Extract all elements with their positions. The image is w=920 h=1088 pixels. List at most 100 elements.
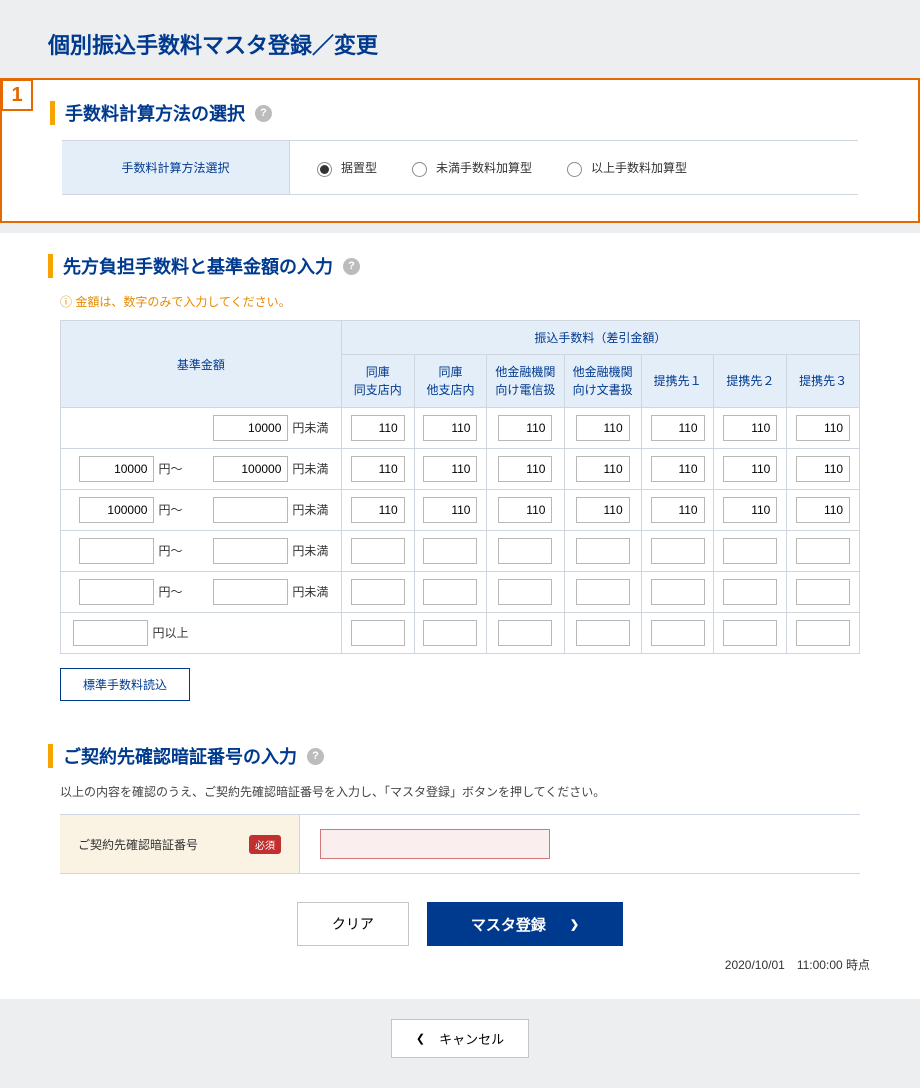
submit-button[interactable]: マスタ登録 ❯ xyxy=(427,902,623,946)
fee-input-r3-c3[interactable] xyxy=(576,538,630,564)
base-from-input-4[interactable] xyxy=(79,579,154,605)
base-to-input-0[interactable] xyxy=(213,415,288,441)
section-accent xyxy=(48,254,53,278)
fee-input-r0-c3[interactable] xyxy=(576,415,630,441)
unit-from-3: 円～ xyxy=(158,544,182,558)
fee-input-r3-c5[interactable] xyxy=(723,538,777,564)
section2-heading: 先方負担手数料と基準金額の入力 xyxy=(63,253,333,279)
submit-button-label: マスタ登録 xyxy=(471,914,546,935)
fee-input-r3-c0[interactable] xyxy=(351,538,405,564)
radio-2-label: 以上手数料加算型 xyxy=(591,159,687,176)
fee-input-r4-c5[interactable] xyxy=(723,579,777,605)
fee-input-r2-c3[interactable] xyxy=(576,497,630,523)
radio-0[interactable] xyxy=(317,162,332,177)
fee-input-r2-c4[interactable] xyxy=(651,497,705,523)
fee-input-r2-c2[interactable] xyxy=(498,497,552,523)
fee-input-r1-c2[interactable] xyxy=(498,456,552,482)
chevron-left-icon: ❮ xyxy=(416,1032,425,1045)
fee-input-r4-c0[interactable] xyxy=(351,579,405,605)
fee-input-r0-c2[interactable] xyxy=(498,415,552,441)
unit-to-2: 円未満 xyxy=(292,503,328,517)
fee-input-r3-c2[interactable] xyxy=(498,538,552,564)
cancel-button[interactable]: ❮ キャンセル xyxy=(391,1019,529,1058)
base-from-input-3[interactable] xyxy=(79,538,154,564)
fee-input-r4-c2[interactable] xyxy=(498,579,552,605)
method-section: 1 手数料計算方法の選択 ? 手数料計算方法選択 据置型 未満手数料加算型 xyxy=(0,78,920,223)
unit-to-3: 円未満 xyxy=(292,544,328,558)
base-amount-header: 基準金額 xyxy=(61,321,342,408)
radio-option-2[interactable]: 以上手数料加算型 xyxy=(562,159,687,177)
help-icon[interactable]: ? xyxy=(307,748,324,765)
fee-input-r1-c4[interactable] xyxy=(651,456,705,482)
fee-input-r4-c1[interactable] xyxy=(423,579,477,605)
fee-group-header: 振込手数料（差引金額） xyxy=(341,321,859,355)
fee-col-header-5: 提携先２ xyxy=(714,355,787,408)
radio-1[interactable] xyxy=(412,162,427,177)
pin-input[interactable] xyxy=(320,829,550,859)
unit-to-4: 円未満 xyxy=(292,585,328,599)
section-accent xyxy=(50,101,55,125)
fee-col-header-3: 他金融機関向け文書扱 xyxy=(564,355,641,408)
fee-input-r5-c5[interactable] xyxy=(723,620,777,646)
fee-input-r5-c2[interactable] xyxy=(498,620,552,646)
unit-from-4: 円～ xyxy=(158,585,182,599)
step-badge: 1 xyxy=(1,79,33,111)
fee-input-r5-c0[interactable] xyxy=(351,620,405,646)
fee-col-header-1: 同庫他支店内 xyxy=(414,355,487,408)
fee-col-header-2: 他金融機関向け電信扱 xyxy=(487,355,564,408)
fee-input-r4-c3[interactable] xyxy=(576,579,630,605)
fee-input-r2-c6[interactable] xyxy=(796,497,850,523)
fee-input-r0-c5[interactable] xyxy=(723,415,777,441)
fee-input-r4-c6[interactable] xyxy=(796,579,850,605)
base-to-input-2[interactable] xyxy=(213,497,288,523)
section-accent xyxy=(48,744,53,768)
fee-col-header-4: 提携先１ xyxy=(641,355,714,408)
fee-input-r5-c1[interactable] xyxy=(423,620,477,646)
help-icon[interactable]: ? xyxy=(255,105,272,122)
method-row-label: 手数料計算方法選択 xyxy=(62,141,290,194)
fee-input-r2-c0[interactable] xyxy=(351,497,405,523)
base-to-input-1[interactable] xyxy=(213,456,288,482)
base-from-input-2[interactable] xyxy=(79,497,154,523)
unit-from-5: 円以上 xyxy=(152,626,188,640)
fee-input-r0-c1[interactable] xyxy=(423,415,477,441)
fee-input-r0-c4[interactable] xyxy=(651,415,705,441)
cancel-button-label: キャンセル xyxy=(439,1029,504,1048)
fee-col-header-6: 提携先３ xyxy=(787,355,860,408)
unit-from-1: 円～ xyxy=(158,462,182,476)
required-badge: 必須 xyxy=(249,835,281,854)
fee-section: 先方負担手数料と基準金額の入力 ? 金額は、数字のみで入力してください。 基準金… xyxy=(0,233,920,999)
base-from-input-5[interactable] xyxy=(73,620,148,646)
fee-input-r3-c1[interactable] xyxy=(423,538,477,564)
fee-input-r3-c6[interactable] xyxy=(796,538,850,564)
fee-input-r0-c0[interactable] xyxy=(351,415,405,441)
load-standard-button[interactable]: 標準手数料読込 xyxy=(60,668,190,701)
fee-input-r5-c3[interactable] xyxy=(576,620,630,646)
fee-input-r1-c3[interactable] xyxy=(576,456,630,482)
help-icon[interactable]: ? xyxy=(343,258,360,275)
base-to-input-3[interactable] xyxy=(213,538,288,564)
fee-input-r1-c5[interactable] xyxy=(723,456,777,482)
fee-input-r1-c6[interactable] xyxy=(796,456,850,482)
fee-table: 基準金額 振込手数料（差引金額） 同庫同支店内同庫他支店内他金融機関向け電信扱他… xyxy=(60,320,860,654)
radio-option-1[interactable]: 未満手数料加算型 xyxy=(407,159,532,177)
section3-desc: 以上の内容を確認のうえ、ご契約先確認暗証番号を入力し、「マスタ登録」ボタンを押し… xyxy=(60,783,860,800)
base-from-input-1[interactable] xyxy=(79,456,154,482)
radio-option-0[interactable]: 据置型 xyxy=(312,159,377,177)
fee-input-r1-c0[interactable] xyxy=(351,456,405,482)
fee-input-r1-c1[interactable] xyxy=(423,456,477,482)
radio-0-label: 据置型 xyxy=(341,159,377,176)
fee-input-r5-c6[interactable] xyxy=(796,620,850,646)
radio-2[interactable] xyxy=(567,162,582,177)
unit-from-2: 円～ xyxy=(158,503,182,517)
timestamp: 2020/10/01 11:00:00 時点 xyxy=(48,956,870,973)
fee-input-r4-c4[interactable] xyxy=(651,579,705,605)
fee-input-r0-c6[interactable] xyxy=(796,415,850,441)
clear-button[interactable]: クリア xyxy=(297,902,409,946)
method-options: 据置型 未満手数料加算型 以上手数料加算型 xyxy=(290,141,858,194)
fee-input-r3-c4[interactable] xyxy=(651,538,705,564)
fee-input-r5-c4[interactable] xyxy=(651,620,705,646)
fee-input-r2-c5[interactable] xyxy=(723,497,777,523)
fee-input-r2-c1[interactable] xyxy=(423,497,477,523)
base-to-input-4[interactable] xyxy=(213,579,288,605)
